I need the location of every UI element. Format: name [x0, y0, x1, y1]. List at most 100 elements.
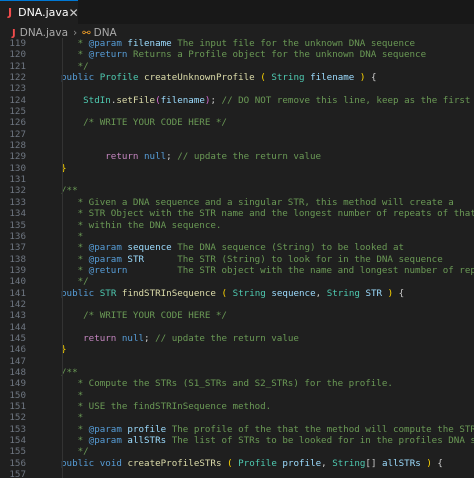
- line-number: 136: [9, 230, 26, 242]
- code-token: *: [61, 49, 89, 61]
- code-line[interactable]: 140 */: [0, 276, 474, 287]
- code-line[interactable]: 147: [0, 356, 474, 367]
- line-number: 155: [9, 446, 26, 458]
- code-token: /**: [61, 185, 78, 197]
- code-line[interactable]: 133 * Given a DNA sequence and a singula…: [0, 197, 474, 208]
- code-token: findSTRInSequence: [121, 287, 216, 299]
- code-line[interactable]: 123: [0, 83, 474, 94]
- code-line[interactable]: 119 * @param filename The input file for…: [0, 38, 474, 49]
- code-line[interactable]: 120 * @return Returns a Profile object f…: [0, 49, 474, 60]
- code-token: profile: [127, 423, 167, 435]
- code-line[interactable]: 125: [0, 106, 474, 117]
- code-line[interactable]: 129 return null; // update the return va…: [0, 151, 474, 162]
- code-token: *: [61, 38, 89, 49]
- close-icon[interactable]: ✕: [69, 6, 79, 20]
- code-line[interactable]: 135 * within the DNA sequence.: [0, 220, 474, 231]
- code-token: /* WRITE YOUR CODE HERE */: [83, 117, 227, 129]
- code-line[interactable]: 145 return null; // update the return va…: [0, 333, 474, 344]
- class-icon: ⚯: [82, 27, 91, 39]
- code-text: public void createProfileSTRs ( Profile …: [61, 458, 443, 469]
- code-text: * STR Object with the STR name and the l…: [61, 208, 474, 219]
- code-token: *: [61, 389, 84, 401]
- line-number: 126: [9, 117, 26, 129]
- line-number: 124: [9, 94, 26, 106]
- tab-dna-java[interactable]: J DNA.java ✕: [0, 0, 79, 24]
- code-line[interactable]: 134 * STR Object with the STR name and t…: [0, 208, 474, 219]
- code-text: */: [61, 61, 89, 72]
- code-line[interactable]: 156 public void createProfileSTRs ( Profi…: [0, 458, 474, 469]
- code-line[interactable]: 142: [0, 299, 474, 310]
- code-line[interactable]: 132 /**: [0, 185, 474, 196]
- code-token: @return: [88, 49, 128, 61]
- code-token: sequence: [127, 242, 172, 254]
- code-token: {: [365, 72, 377, 84]
- code-text: *: [61, 230, 84, 242]
- indent-guide: [62, 38, 63, 478]
- line-number: 147: [9, 355, 26, 367]
- code-text: * @param filename The input file for the…: [61, 38, 415, 49]
- code-line[interactable]: 139 * @return The STR object with the na…: [0, 265, 474, 276]
- code-line[interactable]: 122 public Profile createUnknownProfile (…: [0, 72, 474, 83]
- code-text: /* WRITE YOUR CODE HERE */: [61, 117, 227, 128]
- code-line[interactable]: 130}: [0, 163, 474, 174]
- code-token: */: [61, 276, 89, 288]
- code-line[interactable]: 152 *: [0, 412, 474, 423]
- code-text: /* WRITE YOUR CODE HERE */: [61, 310, 227, 321]
- code-token: @param: [88, 423, 122, 435]
- line-number: 152: [9, 412, 26, 424]
- code-token: ;: [144, 332, 156, 344]
- code-token: public: [61, 287, 95, 299]
- code-token: *: [61, 230, 84, 242]
- code-line[interactable]: 131: [0, 174, 474, 185]
- code-line[interactable]: 137 * @param sequence The DNA sequence (…: [0, 242, 474, 253]
- code-text: public STR findSTRInSequence ( String se…: [61, 288, 404, 299]
- code-token: Profile: [99, 72, 139, 84]
- code-line[interactable]: 154 * @param allSTRs The list of STRs to…: [0, 435, 474, 446]
- code-text: *: [61, 412, 84, 423]
- code-token: profile: [282, 457, 322, 469]
- editor-tab-bar: J DNA.java ✕: [0, 0, 474, 25]
- code-token: The DNA sequence (String) to be looked a…: [171, 242, 405, 254]
- code-line[interactable]: 127: [0, 129, 474, 140]
- code-text: * USE the findSTRInSequence method.: [61, 401, 272, 412]
- code-line[interactable]: 141 public STR findSTRInSequence ( String…: [0, 288, 474, 299]
- code-token: *: [61, 423, 89, 435]
- line-number: 133: [9, 196, 26, 208]
- code-line[interactable]: 144: [0, 322, 474, 333]
- code-text: * @param profile The profile of the that…: [61, 424, 474, 435]
- line-number: 148: [9, 366, 26, 378]
- code-line[interactable]: 146}: [0, 344, 474, 355]
- code-line[interactable]: 150 *: [0, 390, 474, 401]
- code-line[interactable]: 126 /* WRITE YOUR CODE HERE */: [0, 117, 474, 128]
- code-line[interactable]: 153 * @param profile The profile of the …: [0, 424, 474, 435]
- code-line[interactable]: 128: [0, 140, 474, 151]
- code-editor[interactable]: 119 * @param filename The input file for…: [0, 38, 474, 478]
- code-token: {: [393, 287, 405, 299]
- tab-label: DNA.java: [18, 6, 69, 19]
- code-token: allSTRs: [127, 435, 167, 447]
- code-token: // update the return value: [155, 332, 299, 344]
- code-line[interactable]: 121 */: [0, 61, 474, 72]
- code-line[interactable]: 143 /* WRITE YOUR CODE HERE */: [0, 310, 474, 321]
- code-token: allSTRs: [382, 457, 421, 469]
- code-line[interactable]: 149 * Compute the STRs (S1_STRs and S2_S…: [0, 378, 474, 389]
- code-line[interactable]: 151 * USE the findSTRInSequence method.: [0, 401, 474, 412]
- code-token: @return: [88, 264, 128, 276]
- line-number: 122: [9, 72, 26, 84]
- code-line[interactable]: 155 */: [0, 446, 474, 457]
- code-line[interactable]: 136 *: [0, 231, 474, 242]
- code-line[interactable]: 157: [0, 469, 474, 478]
- code-token: The profile of the that the method will …: [171, 423, 474, 435]
- code-line[interactable]: 138 * @param STR The STR (String) to loo…: [0, 254, 474, 265]
- code-text: * @param STR The STR (String) to look fo…: [61, 254, 443, 265]
- code-token: *: [61, 242, 89, 254]
- code-token: The input file for the unknown DNA seque…: [171, 38, 416, 49]
- code-text: * @return The STR object with the name a…: [61, 265, 474, 276]
- code-line[interactable]: 124 StdIn.setFile(filename); // DO NOT r…: [0, 95, 474, 106]
- line-number: 145: [9, 332, 26, 344]
- line-number: 144: [9, 321, 26, 333]
- code-line[interactable]: 148 /**: [0, 367, 474, 378]
- java-file-icon: J: [8, 6, 13, 19]
